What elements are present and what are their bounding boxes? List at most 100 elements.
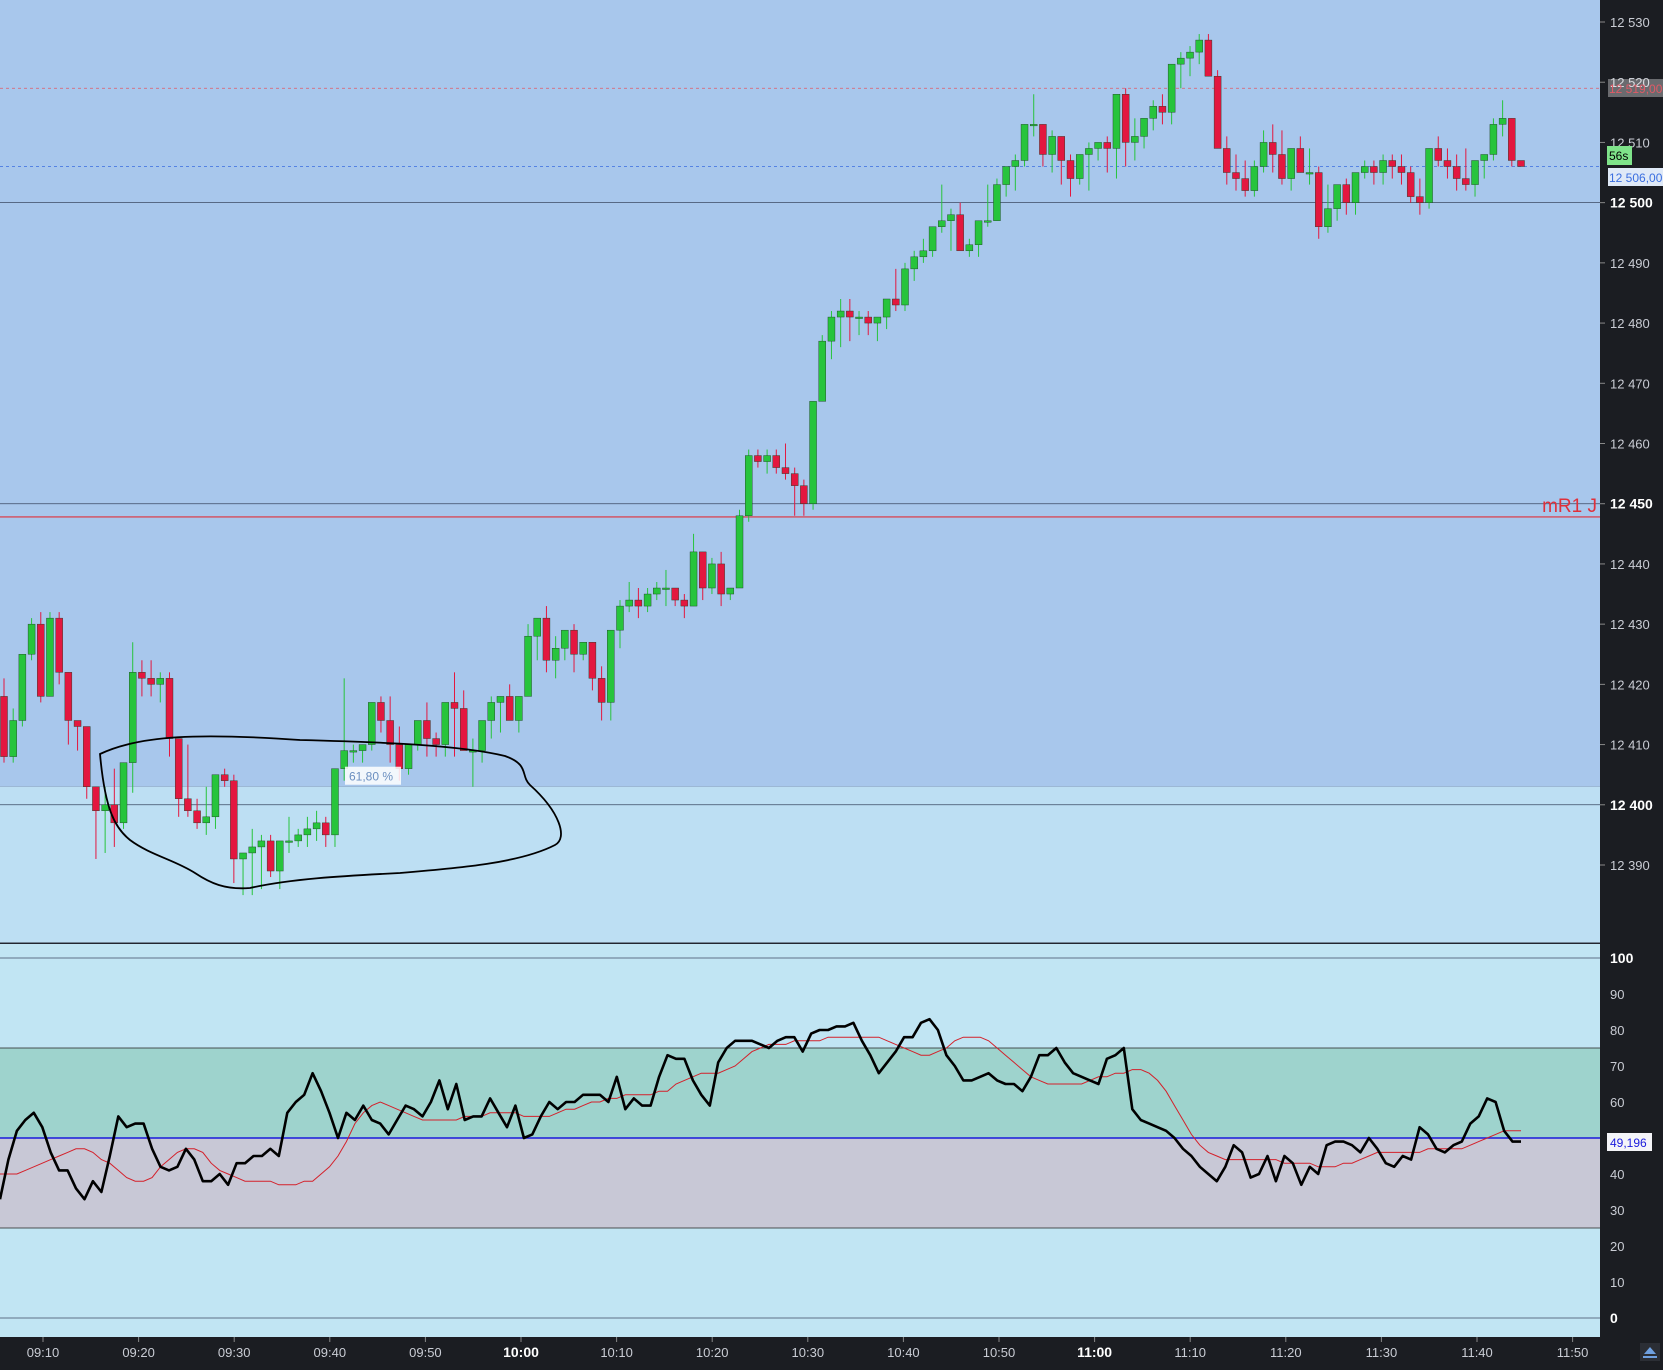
candle-body [1140,118,1148,137]
marker-12506: 12 506,00 [1608,168,1663,186]
time-tick-label: 11:30 [1366,1345,1398,1360]
candle-body [1434,148,1442,161]
price-tick-label: 12 490 [1610,256,1650,271]
candle-body [1103,142,1111,149]
oscillator-tick-label: 20 [1610,1239,1624,1254]
candle-body [1370,166,1378,173]
oscillator-tick-label: 10 [1610,1275,1624,1290]
candle-body [781,467,790,474]
candle-body [1011,160,1020,167]
price-tick-label: 12 460 [1610,437,1650,452]
candle-body [340,750,348,769]
candle-body [1232,172,1240,179]
candle-body [515,696,523,721]
oscillator-tick-label: 90 [1610,987,1624,1002]
candle-body [735,515,744,589]
candle-body [1112,94,1121,149]
candle-body [441,702,450,745]
candle-body [901,268,909,306]
candle-body [542,617,551,661]
oscillator-tick-label: 40 [1610,1167,1624,1182]
candle-body [1388,160,1396,167]
candle-body [276,840,284,872]
candle-body [478,720,486,751]
candle-body [184,798,192,812]
time-tick-label: 10:40 [887,1345,920,1360]
candle-body [450,702,459,709]
candle-body [303,828,312,836]
price-tick-label: 12 440 [1610,557,1650,572]
candle-body [524,635,532,697]
candle-body [763,455,771,462]
candle-body [625,599,633,607]
candle-body [64,672,73,721]
candle-body [708,563,716,589]
time-tick-label: 10:20 [696,1345,729,1360]
candle-body [662,587,670,590]
price-tick-label: 12 470 [1610,376,1650,391]
candle-body [156,678,164,685]
candle-body [92,786,100,812]
oscillator-tick-label: 60 [1610,1095,1624,1110]
candle-body [1131,136,1139,143]
candle-body [873,316,882,324]
chart-canvas[interactable]: mR1 J 61,80 % 12 390 12 400 12 410 12 420 12… [0,0,1663,1365]
candle-body [643,593,652,607]
time-tick-label: 09:10 [27,1345,60,1360]
candle-body [1177,57,1185,65]
candle-body [55,617,63,673]
price-tick-label: 12 430 [1610,617,1650,632]
candle-body [882,298,891,318]
candle-body [1066,160,1075,179]
trading-chart[interactable]: mR1 J 61,80 % 12 390 12 400 12 410 12 420 12… [0,0,1663,1365]
candle-body [551,648,560,661]
candle-body [818,340,826,402]
candle-body [1085,148,1093,155]
candle-body [1406,172,1415,197]
candle-body [597,678,606,703]
candle-body [1480,154,1488,161]
candle-body [689,551,698,607]
candle-body [220,774,229,781]
time-tick-label: 09:50 [409,1345,442,1360]
candle-body [1296,148,1305,173]
time-tick-label: 10:50 [983,1345,1016,1360]
candle-body [1186,51,1194,59]
time-tick-label: 09:20 [122,1345,155,1360]
candle-body [1315,172,1323,227]
candle-body [0,696,8,757]
candle-body [147,678,155,685]
candle-body [322,822,330,836]
candle-body [119,762,128,824]
oscillator-tick-label: 100 [1610,950,1634,966]
candle-body [570,629,578,655]
fibonacci-label[interactable]: 61,80 % [345,766,401,785]
candle-body [37,623,45,697]
price-tick-label: 12 500 [1610,195,1653,211]
candle-body [533,617,541,637]
candle-body [1057,136,1066,161]
candle-body [928,226,937,252]
scroll-to-latest-icon[interactable] [1640,1343,1660,1361]
candle-body [505,696,514,721]
candle-body [423,720,431,739]
candle-body [1002,166,1010,185]
fibonacci-label-text: 61,80 % [349,770,393,784]
candle-body [910,256,918,270]
candle-body [138,672,146,679]
candle-body [386,720,394,745]
candle-body [800,485,808,504]
candle-body [1039,124,1047,155]
candle-body [1094,142,1102,149]
candle-body [616,605,624,631]
price-tick-label: 12 450 [1610,496,1653,512]
candle-body [965,244,974,252]
candle-body [588,642,597,679]
candle-body [892,298,900,306]
candle-body [101,804,109,812]
oscillator-band-upper [0,1048,1600,1138]
candle-body [1204,39,1213,77]
candle-body [358,744,367,751]
rsi-last-value: 49,196 [1607,1133,1652,1151]
price-tick-label: 12 530 [1610,15,1650,30]
